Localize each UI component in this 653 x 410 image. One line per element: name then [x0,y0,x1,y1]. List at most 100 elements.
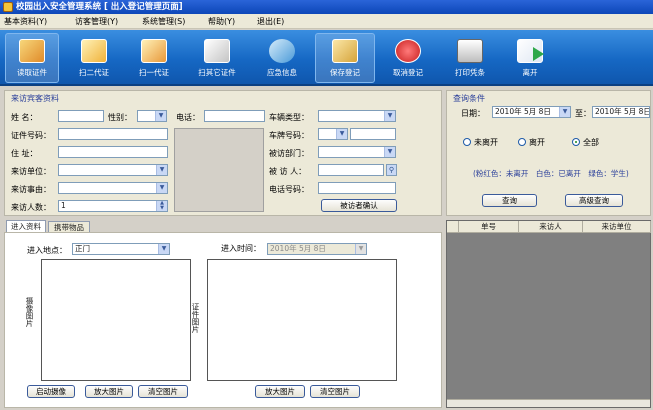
visited-dept-select[interactable]: ▼ [318,146,396,158]
confirm-visited-button[interactable]: 被访者确认 [321,199,397,212]
visited-person-label: 被 访 人： [269,167,307,176]
emergency-info-icon [269,39,295,63]
advanced-query-button[interactable]: 高级查询 [565,194,623,207]
zoom-id-photo-button[interactable]: 放大图片 [255,385,305,398]
radio-not-left-label: 未离开 [474,138,498,147]
chevron-down-icon: ▼ [158,244,169,254]
address-label: 住 址： [11,149,38,158]
save-register-label: 保存登记 [330,68,360,77]
print-receipt-label: 打印凭条 [455,68,485,77]
entry-time-picker[interactable]: 2010年 5月 8日 ▼ [267,243,367,255]
exit-arrow-icon [533,47,544,61]
visitor-photo [174,128,264,212]
cancel-register-button[interactable]: 取消登记 [378,33,438,83]
plate-number-input[interactable] [350,128,396,140]
menu-system-management[interactable]: 系统管理(S) [142,16,185,27]
exit-button[interactable]: 离开 [502,33,558,83]
clear-camera-photo-button[interactable]: 清空图片 [138,385,188,398]
chevron-down-icon: ▼ [156,165,167,175]
visitor-count-stepper[interactable]: 1 ▲ ▼ [58,200,168,212]
radio-not-left[interactable] [463,138,471,146]
scan-other-label: 扫其它证件 [198,68,236,77]
date-to-picker[interactable]: 2010年 5月 8日 [592,106,650,118]
radio-left-label: 离开 [529,138,545,147]
menu-visitor-management[interactable]: 访客管理(Y) [75,16,118,27]
color-legend: (粉红色：未离开 白色：已离开 绿色：学生) [473,169,629,178]
person-search-icon[interactable]: ⚲ [386,164,397,176]
emergency-info-button[interactable]: 应急信息 [252,33,312,83]
address-input[interactable] [58,146,168,158]
scan-id1-button[interactable]: 扫一代证 [126,33,182,83]
start-camera-button[interactable]: 启动摄像 [27,385,75,398]
scan-other-button[interactable]: 扫其它证件 [186,33,248,83]
visit-reason-label: 来访事由： [11,185,51,194]
save-register-button[interactable]: 保存登记 [315,33,375,83]
column-header-order-no[interactable]: 单号 [459,221,519,233]
menu-help[interactable]: 帮助(Y) [208,16,235,27]
id-number-label: 证件号码： [11,131,51,140]
scan-other-icon [204,39,230,63]
chevron-down-icon: ▼ [384,111,395,121]
vehicle-type-select[interactable]: ▼ [318,110,396,122]
gender-label: 性别： [108,113,132,122]
visit-reason-select[interactable]: ▼ [58,182,168,194]
id-card-icon [19,39,45,63]
phone-label: 电话： [176,113,200,122]
name-input[interactable] [58,110,104,122]
visit-unit-select[interactable]: ▼ [58,164,168,176]
zoom-camera-photo-button[interactable]: 放大图片 [85,385,133,398]
visited-phone-input[interactable] [318,182,396,194]
entry-info-panel: 进入地点： 正门 ▼ 进入时间： 2010年 5月 8日 ▼ 摄像图片 证件图片 启… [4,232,442,408]
name-label: 姓 名： [11,113,38,122]
scan-id2-button[interactable]: 扫二代证 [65,33,123,83]
emergency-info-label: 应急信息 [267,68,297,77]
toolbar: 读取证件 扫二代证 扫一代证 扫其它证件 应急信息 保存登记 取消登记 打印凭条… [0,30,653,86]
id-number-input[interactable] [58,128,168,140]
entry-time-label: 进入时间： [221,244,261,253]
results-grid[interactable]: 单号 来访人 来访单位 [446,220,651,408]
phone-input[interactable] [204,110,265,122]
horizontal-scrollbar[interactable] [447,399,650,407]
id-photo-frame [207,259,397,381]
radio-all-label: 全部 [583,138,599,147]
radio-left[interactable] [518,138,526,146]
radio-all[interactable] [572,138,580,146]
visitor-info-panel: 来访宾客资料 姓 名： 性别： ▼ 电话： 证件号码： 住 址： 来访单位： ▼… [4,90,442,216]
entry-location-select[interactable]: 正门 ▼ [72,243,170,255]
exit-label: 离开 [522,68,538,77]
plate-prefix-select[interactable]: ▼ [318,128,348,140]
camera-photo-caption: 摄像图片 [25,297,34,327]
column-header-visitor[interactable]: 来访人 [519,221,583,233]
visited-phone-label: 电话号码： [269,185,309,194]
query-button[interactable]: 查询 [482,194,537,207]
query-section-title: 查询条件 [453,94,485,103]
app-icon [3,2,13,12]
entry-time-value: 2010年 5月 8日 [270,244,326,253]
read-id-button[interactable]: 读取证件 [5,33,59,83]
chevron-down-icon: ▼ [156,183,167,193]
scan-id2-label: 扫二代证 [79,68,109,77]
visited-person-input[interactable] [318,164,384,176]
cancel-register-icon [395,39,421,63]
save-register-icon [332,39,358,63]
menu-basic-info[interactable]: 基本资料(Y) [4,16,47,27]
chevron-down-icon: ▼ [336,129,347,139]
menu-exit[interactable]: 退出(E) [257,16,284,27]
date-from-picker[interactable]: 2010年 5月 8日 ▼ [492,106,571,118]
print-receipt-button[interactable]: 打印凭条 [440,33,500,83]
column-header-visit-unit[interactable]: 来访单位 [583,221,651,233]
read-id-label: 读取证件 [17,68,47,77]
visitor-section-title: 来访宾客资料 [11,94,59,103]
entry-location-value: 正门 [75,244,90,253]
chevron-down-icon: ▼ [384,147,395,157]
chevron-down-icon: ▼ [559,107,570,117]
gender-select[interactable]: ▼ [137,110,167,122]
scan-id1-icon [141,39,167,63]
date-label: 日期： [461,109,485,118]
printer-icon [457,39,483,63]
cancel-register-label: 取消登记 [393,68,423,77]
id-photo-caption: 证件图片 [191,303,200,333]
spin-icon[interactable]: ▲ ▼ [156,201,167,211]
clear-id-photo-button[interactable]: 清空图片 [310,385,360,398]
date-from-value: 2010年 5月 8日 [495,107,551,116]
